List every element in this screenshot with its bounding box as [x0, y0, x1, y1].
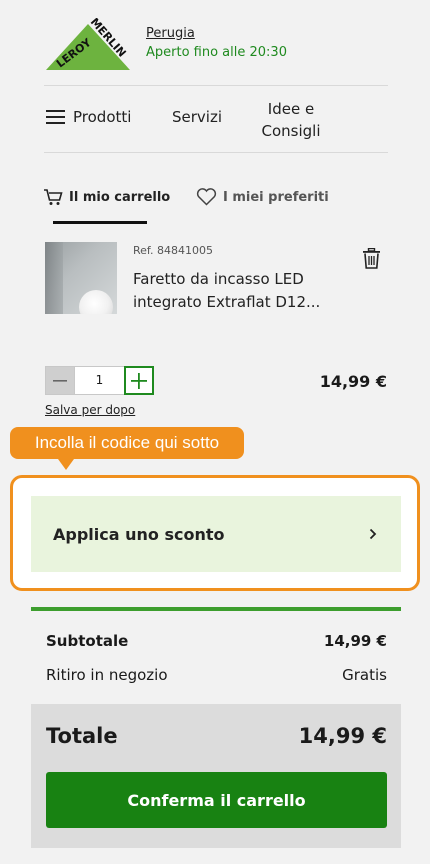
store-hours: Aperto fino alle 20:30: [146, 45, 287, 60]
logo-mark: LEROY MERLIN: [46, 15, 130, 70]
quantity-stepper: 1: [45, 366, 154, 395]
quantity-input[interactable]: 1: [75, 366, 124, 395]
tab-favorites-label: I miei preferiti: [223, 189, 329, 205]
paste-code-tooltip: Incolla il codice qui sotto: [10, 427, 244, 459]
chevron-right-icon: [369, 528, 377, 540]
divider: [44, 85, 388, 86]
plus-icon: [131, 372, 147, 389]
product-name-line1: Faretto da incasso LED: [133, 270, 304, 288]
total-label: Totale: [46, 724, 118, 748]
increase-quantity-button[interactable]: [124, 366, 154, 395]
nav-ideas-line2: Consigli: [261, 122, 321, 140]
store-city-link[interactable]: Perugia: [146, 26, 195, 41]
summary-top-bar: [31, 607, 401, 611]
nav-products-label: Prodotti: [73, 108, 132, 126]
heart-icon: [196, 188, 217, 206]
decrease-quantity-button[interactable]: [45, 366, 75, 395]
nav-ideas[interactable]: Idee e Consigli: [255, 98, 327, 142]
subtotal-label: Subtotale: [46, 632, 129, 650]
minus-icon: [53, 379, 67, 382]
cart-icon: [44, 189, 63, 205]
nav-ideas-line1: Idee e: [267, 100, 315, 118]
apply-discount-button[interactable]: Applica uno sconto: [31, 496, 401, 572]
tab-cart[interactable]: Il mio carrello: [43, 188, 170, 206]
apply-discount-label: Applica uno sconto: [53, 524, 225, 544]
brand-logo[interactable]: LEROY MERLIN: [44, 15, 132, 74]
product-name-line2: integrato Extraflat D12...: [133, 293, 321, 311]
trash-icon: [363, 247, 380, 269]
tab-cart-label: Il mio carrello: [69, 189, 171, 205]
tab-favorites[interactable]: I miei preferiti: [196, 188, 329, 206]
confirm-cart-button[interactable]: Conferma il carrello: [46, 772, 387, 828]
delete-item-button[interactable]: [362, 247, 381, 273]
item-price: 14,99 €: [319, 372, 387, 391]
product-thumbnail[interactable]: [45, 242, 117, 314]
tooltip-arrow: [58, 459, 74, 470]
product-name[interactable]: Faretto da incasso LED integrato Extrafl…: [133, 268, 333, 314]
pickup-label: Ritiro in negozio: [46, 666, 168, 684]
product-ref: Ref. 84841005: [133, 244, 213, 257]
total-value: 14,99 €: [298, 724, 387, 748]
hamburger-menu-icon: [46, 110, 65, 124]
nav-services[interactable]: Servizi: [172, 108, 222, 126]
save-for-later-link[interactable]: Salva per dopo: [45, 403, 135, 417]
pickup-value: Gratis: [342, 666, 387, 684]
active-tab-indicator: [53, 221, 147, 224]
divider: [44, 152, 388, 153]
subtotal-value: 14,99 €: [323, 632, 387, 650]
nav-products[interactable]: Prodotti: [46, 108, 131, 126]
